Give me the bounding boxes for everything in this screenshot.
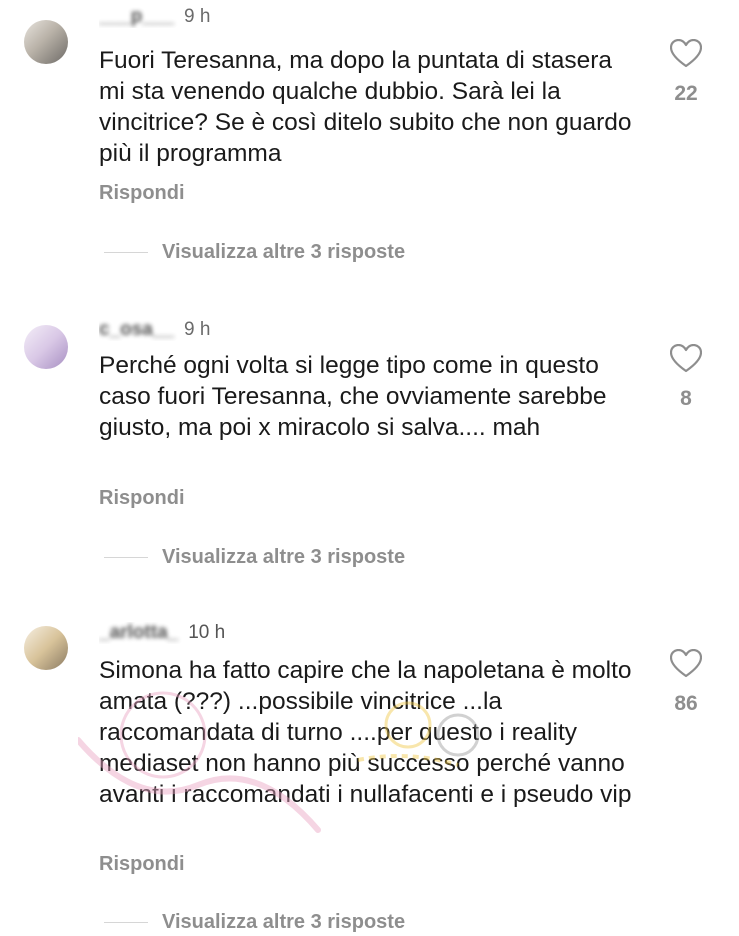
like-count: 8 [680, 387, 692, 410]
divider [104, 251, 148, 253]
view-more-replies-button[interactable]: Visualizza altre 3 risposte [104, 238, 405, 266]
comment-meta: ___p___ 9 h [99, 6, 210, 28]
avatar[interactable] [24, 626, 68, 670]
like-button[interactable]: 8 [666, 344, 706, 411]
reply-button[interactable]: Rispondi [99, 853, 185, 876]
divider [104, 556, 148, 558]
view-more-replies-button[interactable]: Visualizza altre 3 risposte [104, 543, 405, 571]
divider [104, 921, 148, 923]
avatar[interactable] [24, 325, 68, 369]
comment-meta: c_osa__ 9 h [99, 319, 210, 341]
timestamp: 9 h [184, 319, 211, 340]
avatar[interactable] [24, 20, 68, 64]
comment-text: Simona ha fatto capire che la napoletana… [99, 657, 632, 808]
like-count: 86 [674, 692, 698, 715]
reply-button[interactable]: Rispondi [99, 487, 185, 510]
like-button[interactable]: 86 [666, 649, 706, 716]
comment-meta: _arlotta_ 10 h [99, 622, 225, 644]
heart-outline-icon [670, 649, 702, 678]
view-more-replies-label: Visualizza altre 3 risposte [162, 910, 406, 933]
timestamp: 10 h [188, 622, 226, 643]
username[interactable]: _arlotta_ [99, 622, 178, 643]
heart-outline-icon [670, 344, 702, 373]
username[interactable]: ___p___ [99, 6, 174, 27]
username[interactable]: c_osa__ [99, 319, 174, 340]
view-more-replies-button[interactable]: Visualizza altre 3 risposte [104, 908, 405, 936]
heart-outline-icon [670, 39, 702, 68]
view-more-replies-label: Visualizza altre 3 risposte [162, 545, 406, 568]
view-more-replies-label: Visualizza altre 3 risposte [162, 240, 406, 263]
timestamp: 9 h [184, 6, 211, 27]
comment-text: Fuori Teresanna, ma dopo la puntata di s… [99, 47, 632, 167]
comment-text: Perché ogni volta si legge tipo come in … [99, 352, 607, 441]
reply-button[interactable]: Rispondi [99, 182, 185, 205]
like-count: 22 [674, 82, 698, 105]
like-button[interactable]: 22 [666, 39, 706, 106]
